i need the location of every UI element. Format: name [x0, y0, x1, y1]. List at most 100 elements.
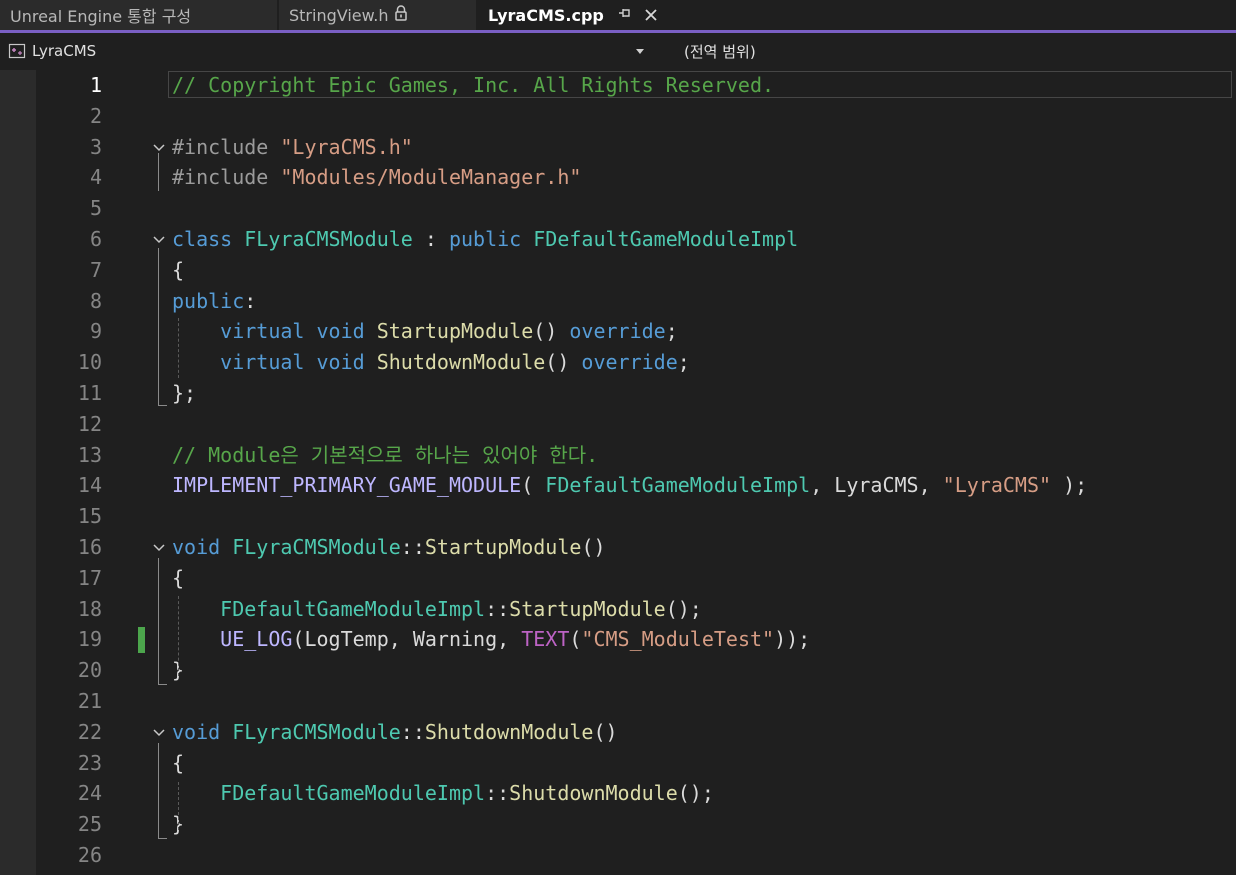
code-token: TEXT [521, 627, 570, 652]
code-token: () [581, 535, 606, 559]
code-line[interactable]: 6 class FLyraCMSModule : public FDefaultG… [0, 224, 1236, 255]
code-line[interactable]: 15 [0, 501, 1236, 532]
code-token: FDefaultGameModuleImpl [220, 596, 486, 621]
code-line[interactable]: 26 [0, 840, 1236, 871]
line-number: 22 [77, 719, 102, 744]
code-token: StartupModule [509, 596, 666, 621]
code-token: // Module은 기본적으로 하나는 있어야 한다. [172, 442, 599, 467]
collapse-chevron-icon[interactable] [152, 724, 170, 742]
tab-stringview-h[interactable]: StringView.h [279, 0, 477, 30]
collapse-chevron-icon[interactable] [152, 539, 170, 557]
code-token: :: [485, 596, 510, 621]
code-token: { [172, 750, 185, 775]
code-token: FLyraCMSModule [232, 535, 401, 559]
code-token: class [172, 227, 245, 251]
code-line[interactable]: 24 FDefaultGameModuleImpl::ShutdownModul… [0, 778, 1236, 809]
code-token: ; [665, 319, 678, 344]
code-line[interactable]: 1 // Copyright Epic Games, Inc. All Right… [0, 70, 1236, 101]
code-line[interactable]: 4 #include "Modules/ModuleManager.h" [0, 162, 1236, 193]
code-editor[interactable]: 1 // Copyright Epic Games, Inc. All Right… [0, 70, 1236, 875]
project-icon [8, 43, 26, 59]
code-text: virtual void ShutdownModule() override; [172, 347, 690, 378]
line-number: 16 [77, 535, 102, 559]
line-number: 19 [77, 627, 102, 652]
line-number: 15 [77, 504, 102, 529]
code-token: FLyraCMSModule [232, 719, 401, 744]
code-line[interactable]: 3 #include "LyraCMS.h" [0, 132, 1236, 163]
code-line[interactable]: 23 { [0, 748, 1236, 779]
code-token: StartupModule [376, 319, 534, 344]
line-number: 8 [89, 288, 102, 313]
code-line[interactable]: 7{ [0, 255, 1236, 286]
code-line[interactable]: 18 FDefaultGameModuleImpl::StartupModule… [0, 594, 1236, 625]
code-line[interactable]: 5 [0, 193, 1236, 224]
lock-icon [394, 5, 408, 25]
code-line[interactable]: 16 void FLyraCMSModule::StartupModule() [0, 532, 1236, 563]
code-token: ShutdownModule [424, 719, 594, 744]
outline-guide [158, 838, 167, 839]
code-line[interactable]: 8 public: [0, 286, 1236, 317]
outline-guide [158, 743, 159, 839]
code-line[interactable]: 2 [0, 101, 1236, 132]
code-text: // Module은 기본적으로 하나는 있어야 한다. [172, 440, 598, 471]
code-line[interactable]: 13 // Module은 기본적으로 하나는 있어야 한다. [0, 440, 1236, 471]
code-token: "LyraCMS" [942, 473, 1052, 498]
outline-guide [158, 248, 159, 406]
code-line[interactable]: 11}; [0, 378, 1236, 409]
code-token: (); [665, 596, 702, 621]
code-line[interactable]: 21 [0, 686, 1236, 717]
code-token: ( [569, 627, 582, 652]
code-line[interactable]: 19 UE_LOG(LogTemp, Warning, TEXT("CMS_Mo… [0, 624, 1236, 655]
code-text: }; [172, 378, 196, 409]
code-line[interactable]: 20} [0, 655, 1236, 686]
collapse-chevron-icon[interactable] [152, 139, 170, 157]
outline-guide [158, 405, 167, 406]
tab-label: Unreal Engine 통합 구성 [10, 7, 192, 26]
line-number: 17 [77, 565, 102, 590]
close-tab-icon[interactable] [644, 5, 658, 25]
line-number: 10 [77, 350, 102, 375]
code-text: void FLyraCMSModule::StartupModule() [172, 532, 606, 563]
code-token: #include [172, 165, 281, 190]
scope-dropdown[interactable]: LyraCMS [8, 37, 648, 65]
code-token: { [172, 565, 185, 590]
member-value: (전역 범위) [684, 42, 756, 61]
code-text: class FLyraCMSModule : public FDefaultGa… [172, 224, 798, 255]
code-line[interactable]: 12 [0, 409, 1236, 440]
code-token: FDefaultGameModuleImpl [545, 473, 811, 498]
code-token: }; [172, 381, 197, 405]
code-line[interactable]: 14 IMPLEMENT_PRIMARY_GAME_MODULE( FDefaul… [0, 470, 1236, 501]
line-number: 11 [77, 381, 102, 405]
line-number: 4 [89, 165, 102, 190]
code-token: ShutdownModule [509, 781, 678, 806]
code-text: void FLyraCMSModule::ShutdownModule() [172, 717, 618, 748]
code-token: (); [677, 781, 714, 806]
collapse-chevron-icon[interactable] [152, 231, 170, 249]
outline-guide [158, 684, 167, 685]
code-token: ; [677, 350, 690, 375]
line-number: 14 [77, 473, 102, 498]
code-line[interactable]: 25} [0, 809, 1236, 840]
code-token: // Copyright Epic Games, Inc. All Rights… [172, 73, 775, 97]
navigation-bar: LyraCMS (전역 범위) [0, 33, 1236, 70]
pin-icon[interactable] [618, 6, 632, 24]
code-token: : [412, 227, 449, 251]
document-tab-bar: Unreal Engine 통합 구성 StringView.h LyraCMS… [0, 0, 1236, 30]
code-line[interactable]: 17 { [0, 563, 1236, 594]
code-token: "CMS_ModuleTest" [581, 627, 775, 652]
code-token: ); [1051, 473, 1088, 498]
line-number: 5 [89, 196, 102, 221]
code-token: () [545, 350, 582, 375]
tab-lyracms-cpp[interactable]: LyraCMS.cpp [478, 0, 666, 30]
member-dropdown[interactable]: (전역 범위) [662, 37, 1232, 65]
chevron-down-icon[interactable] [636, 49, 644, 54]
code-text: public: [172, 286, 256, 317]
code-text: virtual void StartupModule() override; [172, 316, 678, 347]
tab-unreal-engine-config[interactable]: Unreal Engine 통합 구성 [0, 0, 278, 30]
code-line[interactable]: 22 void FLyraCMSModule::ShutdownModule() [0, 717, 1236, 748]
code-token: virtual void [220, 319, 377, 344]
code-line[interactable]: 9 virtual void StartupModule() override; [0, 316, 1236, 347]
code-token: () [533, 319, 570, 344]
code-line[interactable]: 10 virtual void ShutdownModule() overrid… [0, 347, 1236, 378]
